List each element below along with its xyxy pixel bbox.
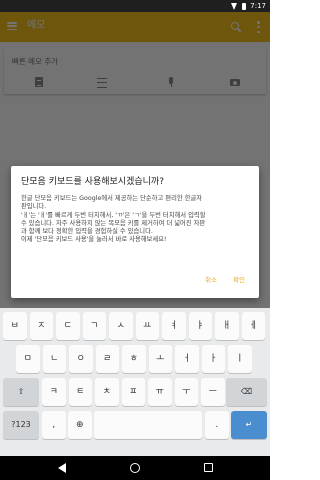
dialog-title: 단모음 키보드를 사용해보시겠습니까?	[21, 177, 164, 187]
key-letter[interactable]: ㅅ	[109, 312, 133, 340]
key-letter[interactable]: ㅔ	[241, 312, 265, 340]
korean-keyboard: ㅂㅈㄷㄱㅅㅛㅕㅑㅐㅔㅁㄴㅇㄹㅎㅗㅓㅏㅣ ⇧ ㅋㅌㅊㅍㅠㅜㅡ ⌫ ?123, ⊕. ↵	[0, 308, 270, 480]
status-clock: 7:17	[250, 2, 266, 10]
shift-key[interactable]: ⇧	[3, 378, 39, 406]
key-letter[interactable]: ㅏ	[201, 345, 225, 373]
key-letter[interactable]: ㅈ	[29, 312, 53, 340]
back-icon[interactable]	[58, 463, 66, 473]
enter-key[interactable]: ↵	[231, 411, 267, 439]
key-letter[interactable]: ㅋ	[42, 378, 66, 406]
key-letter[interactable]: ㅌ	[68, 378, 92, 406]
key-letter[interactable]: ㅗ	[148, 345, 172, 373]
key-letter[interactable]: ㅠ	[148, 378, 172, 406]
key-letter[interactable]: ㅓ	[175, 345, 199, 373]
key-letter[interactable]: ㅇ	[69, 345, 93, 373]
keyboard-suggestion-dialog: 단모음 키보드를 사용해보시겠습니까? 한글 단모음 키보드는 Google에서…	[11, 166, 259, 298]
home-icon[interactable]	[130, 463, 140, 473]
key-letter[interactable]: ㄹ	[95, 345, 119, 373]
key-letter[interactable]: ㄱ	[82, 312, 106, 340]
key-letter[interactable]: ㅂ	[3, 312, 27, 340]
key-letter[interactable]: ㅑ	[188, 312, 212, 340]
language-key[interactable]: ⊕	[68, 411, 92, 439]
status-icons: 7:17	[231, 1, 266, 11]
period-key[interactable]: .	[205, 411, 229, 439]
battery-icon	[242, 2, 247, 10]
key-letter[interactable]: ㄷ	[56, 312, 80, 340]
navigation-bar	[0, 456, 270, 480]
recent-apps-icon[interactable]	[204, 463, 213, 472]
dialog-body-line: 'ㅐ'는 'ㅐ'를 빠르게 두번 터치해서, 'ㄲ'은 'ㄱ'을 두번 터치해서…	[21, 211, 206, 219]
backspace-key[interactable]: ⌫	[226, 378, 267, 406]
key-letter[interactable]: ㅎ	[122, 345, 146, 373]
key-letter[interactable]: ㅡ	[201, 378, 225, 406]
cancel-button[interactable]: 취소	[205, 275, 217, 285]
symbols-key[interactable]: ?123	[3, 411, 39, 439]
key-letter[interactable]: ㄴ	[42, 345, 66, 373]
dialog-body-line: 판입니다.	[21, 203, 47, 211]
key-letter[interactable]: ㅕ	[162, 312, 186, 340]
key-letter[interactable]: ㅍ	[121, 378, 145, 406]
dialog-body: 한글 단모음 키보드는 Google에서 제공하는 단순하고 편리한 한글자 판…	[21, 195, 251, 245]
status-bar: 7:17	[0, 0, 270, 12]
dialog-body-line: 수 있습니다. 자주 사용하지 않는 복모음 키를 제거하여 더 넓어진 자판	[21, 219, 206, 227]
key-letter[interactable]: ㅜ	[174, 378, 198, 406]
key-letter[interactable]: ㅐ	[215, 312, 239, 340]
key-letter[interactable]: ㅁ	[16, 345, 40, 373]
space-key[interactable]	[94, 411, 202, 439]
wifi-icon	[231, 2, 238, 10]
key-letter[interactable]: ㅛ	[135, 312, 159, 340]
key-letter[interactable]: ㅣ	[228, 345, 252, 373]
key-letter[interactable]: ㅊ	[95, 378, 119, 406]
ok-button[interactable]: 확인	[233, 275, 245, 285]
comma-key[interactable]: ,	[42, 411, 66, 439]
dialog-body-line: 이제 '단모음 키보드 사용'을 눌러서 바로 사용해보세요!	[21, 236, 167, 244]
dialog-body-line: 한글 단모음 키보드는 Google에서 제공하는 단순하고 편리한 한글자	[21, 195, 203, 202]
